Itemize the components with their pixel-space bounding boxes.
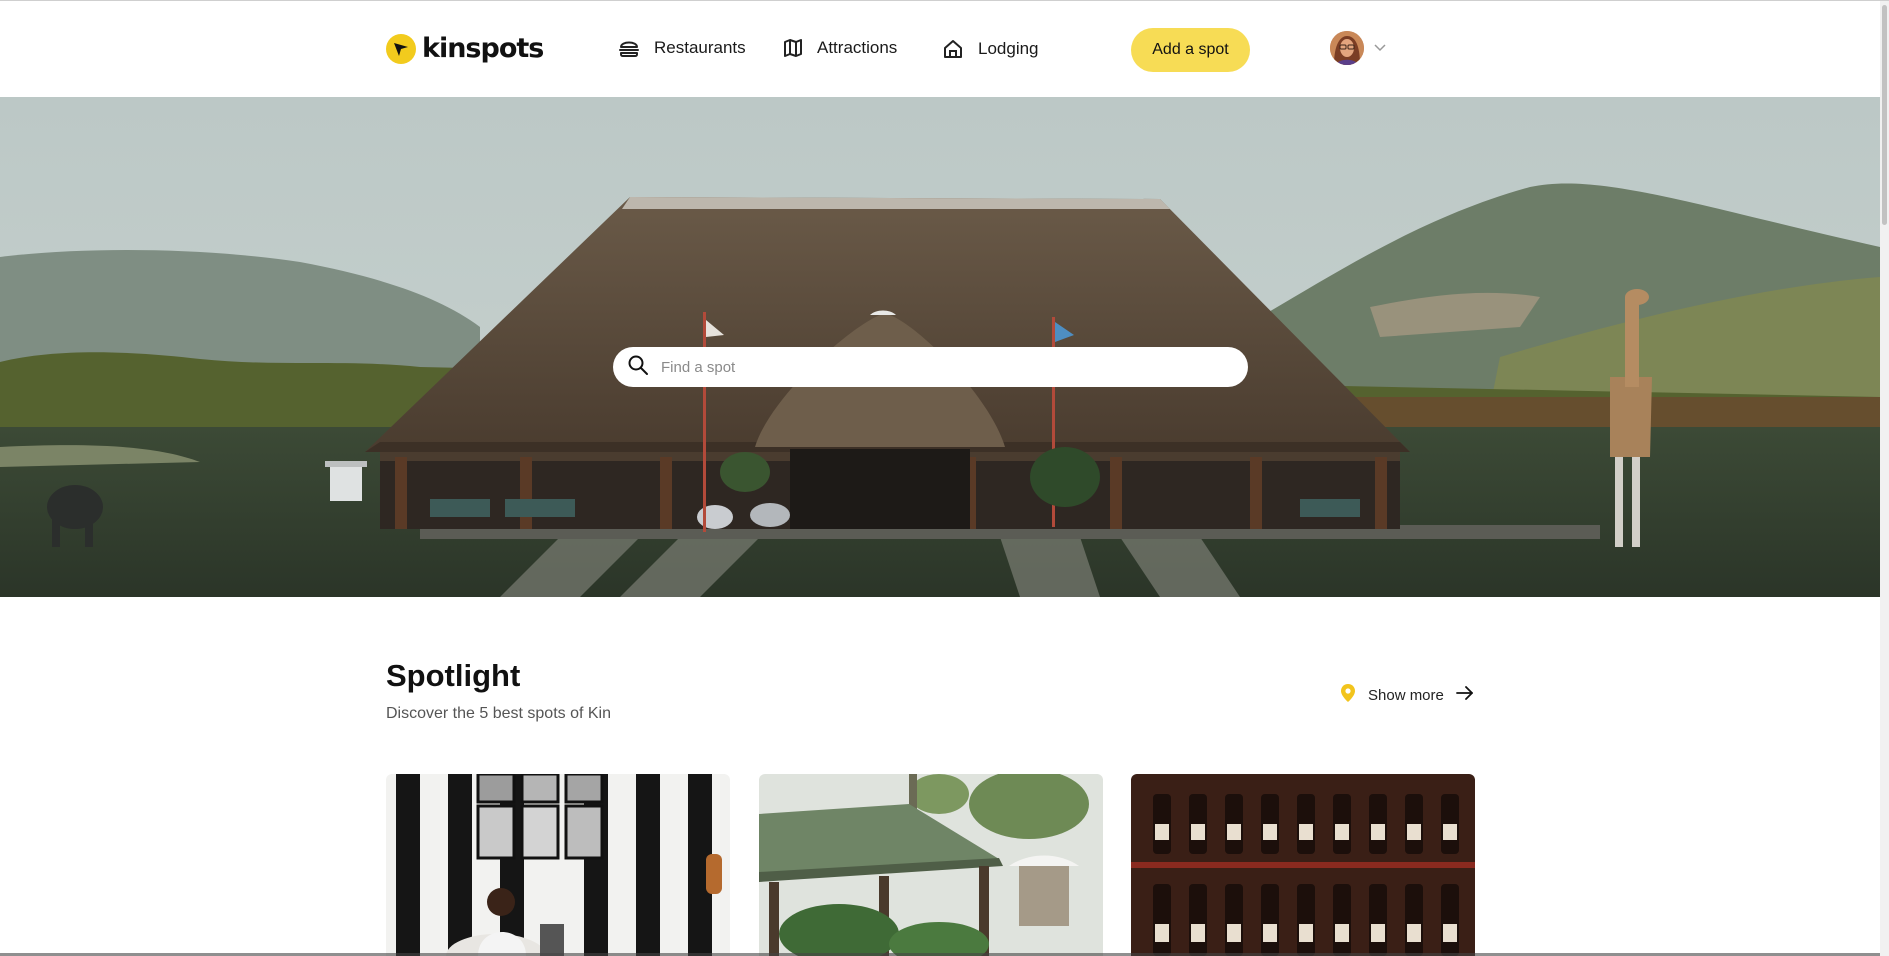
spotlight-card-2[interactable] xyxy=(759,774,1103,956)
search-bar[interactable] xyxy=(613,347,1248,387)
spotlight-card-1[interactable] xyxy=(386,774,730,956)
show-more-label: Show more xyxy=(1368,686,1444,704)
burger-icon xyxy=(618,38,640,58)
logo-pin-icon xyxy=(386,33,416,64)
search-icon xyxy=(627,354,649,381)
spotlight-card-3[interactable] xyxy=(1131,774,1475,956)
site-header: kinspots Restaurants Attractions Lodging… xyxy=(0,1,1880,97)
wine-bottles-photo xyxy=(1131,774,1475,956)
house-icon xyxy=(942,38,964,60)
nav-restaurants[interactable]: Restaurants xyxy=(618,38,746,58)
brand-logo[interactable]: kinspots xyxy=(386,33,544,64)
add-spot-button[interactable]: Add a spot xyxy=(1131,28,1250,72)
location-pin-icon xyxy=(1340,683,1356,707)
spotlight-title: Spotlight xyxy=(386,658,521,693)
hero-banner xyxy=(0,97,1880,597)
nav-attractions-label: Attractions xyxy=(817,38,898,57)
search-input[interactable] xyxy=(661,358,1201,376)
user-avatar[interactable] xyxy=(1330,31,1364,65)
garden-pavilion-photo xyxy=(759,774,1103,956)
nav-attractions[interactable]: Attractions xyxy=(783,38,897,58)
nav-lodging[interactable]: Lodging xyxy=(942,38,1039,60)
chevron-down-icon[interactable] xyxy=(1374,39,1386,57)
nav-restaurants-label: Restaurants xyxy=(654,38,746,57)
show-more-link[interactable]: Show more xyxy=(1340,683,1474,707)
brand-name: kinspots xyxy=(422,33,544,64)
nav-lodging-label: Lodging xyxy=(978,39,1039,58)
map-icon xyxy=(783,38,803,58)
salon-photo xyxy=(386,774,730,956)
arrow-right-icon xyxy=(1455,686,1474,704)
scrollbar-thumb[interactable] xyxy=(1882,5,1887,225)
spotlight-subtitle: Discover the 5 best spots of Kin xyxy=(386,705,611,722)
